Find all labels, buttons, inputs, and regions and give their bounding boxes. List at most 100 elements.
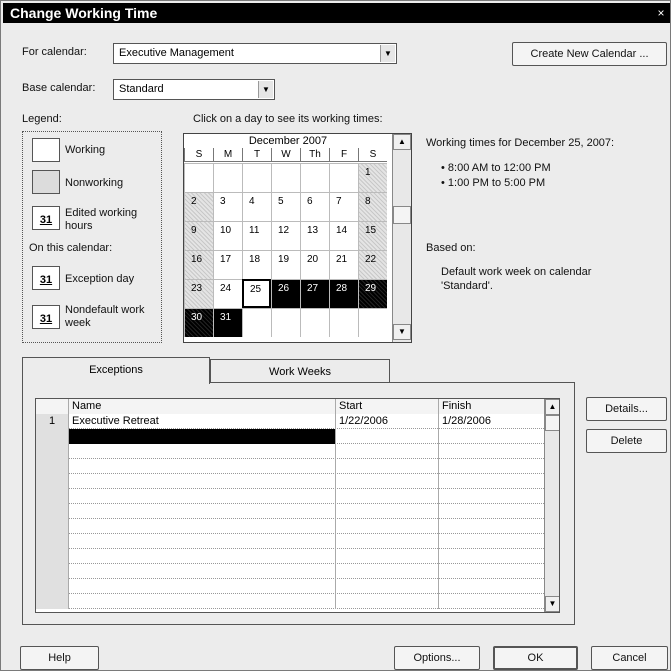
ok-button[interactable]: OK xyxy=(493,646,578,670)
exception-name-cell-selected[interactable] xyxy=(69,429,336,444)
calendar-day[interactable]: 22 xyxy=(358,250,387,279)
scroll-thumb[interactable] xyxy=(545,415,559,431)
exception-finish-cell[interactable] xyxy=(439,429,546,444)
details-button[interactable]: Details... xyxy=(586,397,667,421)
table-row[interactable] xyxy=(36,549,546,564)
calendar-day[interactable]: 18 xyxy=(242,250,271,279)
tab-exceptions[interactable]: Exceptions xyxy=(22,357,210,384)
working-swatch xyxy=(32,138,60,162)
calendar-day[interactable] xyxy=(184,163,213,192)
table-row[interactable] xyxy=(36,564,546,579)
calendar-day[interactable] xyxy=(242,163,271,192)
calendar-day-selected[interactable]: 25 xyxy=(242,279,271,308)
calendar-day[interactable]: 1 xyxy=(358,163,387,192)
dialog-title: Change Working Time xyxy=(10,5,158,21)
help-button[interactable]: Help xyxy=(20,646,99,670)
tab-work-weeks[interactable]: Work Weeks xyxy=(210,359,390,383)
calendar-day[interactable]: 28 xyxy=(329,279,358,308)
calendar-scrollbar[interactable]: ▲ ▼ xyxy=(392,134,411,342)
table-row[interactable] xyxy=(36,594,546,609)
calendar-day[interactable]: 14 xyxy=(329,221,358,250)
calendar-day[interactable]: 21 xyxy=(329,250,358,279)
calendar-day[interactable]: 6 xyxy=(300,192,329,221)
base-calendar-label: Base calendar: xyxy=(22,82,96,94)
exception-start-cell[interactable] xyxy=(336,429,439,444)
calendar-day[interactable]: 24 xyxy=(213,279,242,308)
calendar-day[interactable]: 20 xyxy=(300,250,329,279)
chevron-down-icon[interactable]: ▼ xyxy=(380,45,395,62)
scroll-up-icon[interactable]: ▲ xyxy=(545,399,559,415)
scroll-down-icon[interactable]: ▼ xyxy=(545,596,559,612)
scroll-down-icon[interactable]: ▼ xyxy=(393,324,411,340)
calendar-day[interactable]: 16 xyxy=(184,250,213,279)
calendar-day[interactable]: 19 xyxy=(271,250,300,279)
calendar-day[interactable] xyxy=(271,308,300,337)
nonworking-swatch xyxy=(32,170,60,194)
calendar-day[interactable] xyxy=(358,308,387,337)
table-row[interactable] xyxy=(36,489,546,504)
calendar-day[interactable]: 29 xyxy=(358,279,387,308)
scroll-up-icon[interactable]: ▲ xyxy=(393,134,411,150)
calendar-day[interactable]: 10 xyxy=(213,221,242,250)
close-icon[interactable]: × xyxy=(654,3,668,23)
calendar-day[interactable]: 13 xyxy=(300,221,329,250)
weekday-header: S xyxy=(184,148,213,162)
table-row[interactable] xyxy=(36,459,546,474)
table-scrollbar[interactable]: ▲ ▼ xyxy=(544,399,559,612)
calendar-day[interactable] xyxy=(213,163,242,192)
table-row[interactable] xyxy=(36,504,546,519)
exceptions-table: Name Start Finish 1 Executive Retreat 1/… xyxy=(35,398,560,613)
calendar-day[interactable]: 5 xyxy=(271,192,300,221)
weekday-header: T xyxy=(242,148,271,162)
column-header-name[interactable]: Name xyxy=(69,399,336,414)
legend-exception-day-label: Exception day xyxy=(65,273,135,285)
calendar-day[interactable] xyxy=(329,163,358,192)
create-new-calendar-button[interactable]: Create New Calendar ... xyxy=(512,42,667,66)
nondefault-week-swatch: 31 xyxy=(32,305,60,329)
column-header-finish[interactable]: Finish xyxy=(439,399,546,414)
calendar-day[interactable] xyxy=(242,308,271,337)
table-row[interactable] xyxy=(36,444,546,459)
table-row[interactable]: 1 Executive Retreat 1/22/2006 1/28/2006 xyxy=(36,414,546,429)
table-row[interactable] xyxy=(36,534,546,549)
calendar-day[interactable]: 26 xyxy=(271,279,300,308)
cancel-button[interactable]: Cancel xyxy=(591,646,668,670)
calendar-day[interactable]: 3 xyxy=(213,192,242,221)
exception-start-cell[interactable]: 1/22/2006 xyxy=(336,414,439,429)
calendar-day[interactable]: 17 xyxy=(213,250,242,279)
exception-name-cell[interactable]: Executive Retreat xyxy=(69,414,336,429)
calendar-day[interactable]: 8 xyxy=(358,192,387,221)
calendar-day[interactable]: 15 xyxy=(358,221,387,250)
table-row[interactable] xyxy=(36,474,546,489)
calendar-day[interactable]: 23 xyxy=(184,279,213,308)
weekday-header: W xyxy=(271,148,300,162)
scroll-thumb[interactable] xyxy=(393,206,411,224)
calendar-day[interactable]: 30 xyxy=(184,308,213,337)
calendar-day[interactable] xyxy=(300,163,329,192)
delete-button[interactable]: Delete xyxy=(586,429,667,453)
calendar-day[interactable] xyxy=(329,308,358,337)
column-header-start[interactable]: Start xyxy=(336,399,439,414)
options-button[interactable]: Options... xyxy=(394,646,480,670)
calendar-day[interactable]: 27 xyxy=(300,279,329,308)
table-row[interactable] xyxy=(36,429,546,444)
table-row[interactable] xyxy=(36,519,546,534)
calendar-day[interactable] xyxy=(271,163,300,192)
calendar-day[interactable]: 9 xyxy=(184,221,213,250)
exception-finish-cell[interactable]: 1/28/2006 xyxy=(439,414,546,429)
base-calendar-value: Standard xyxy=(119,83,164,95)
calendar-day[interactable]: 11 xyxy=(242,221,271,250)
calendar-day[interactable]: 2 xyxy=(184,192,213,221)
calendar-day[interactable] xyxy=(300,308,329,337)
for-calendar-label: For calendar: xyxy=(22,46,87,58)
base-calendar-select[interactable]: Standard ▼ xyxy=(113,79,275,100)
calendar-day[interactable]: 31 xyxy=(213,308,242,337)
table-row[interactable] xyxy=(36,579,546,594)
calendar-day[interactable]: 4 xyxy=(242,192,271,221)
calendar-day[interactable]: 7 xyxy=(329,192,358,221)
based-on-line2: 'Standard'. xyxy=(441,280,493,292)
chevron-down-icon[interactable]: ▼ xyxy=(258,81,273,98)
calendar-day[interactable]: 12 xyxy=(271,221,300,250)
for-calendar-select[interactable]: Executive Management ▼ xyxy=(113,43,397,64)
weekday-header: M xyxy=(213,148,242,162)
